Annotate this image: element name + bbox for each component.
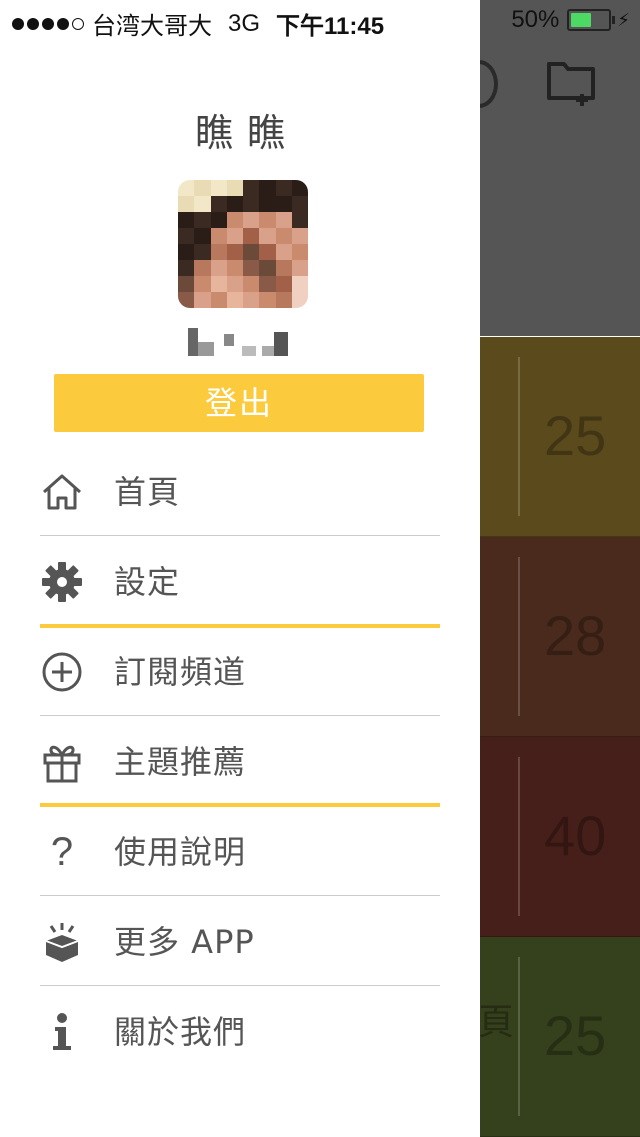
charging-bolt-icon: ⚡ (617, 9, 630, 30)
menu-item-help[interactable]: ? 使用說明 (0, 806, 480, 894)
logout-button[interactable]: 登出 (54, 374, 424, 432)
channel-tile[interactable]: 頁 25 (478, 937, 640, 1137)
menu-label: 訂閱頻道 (114, 653, 247, 691)
add-folder-icon[interactable] (546, 58, 598, 106)
menu-item-home[interactable]: 首頁 (0, 446, 480, 534)
menu-label: 關於我們 (114, 1013, 247, 1051)
tile-count: 25 (544, 404, 607, 467)
info-icon (40, 1010, 84, 1054)
network-type: 3G (228, 9, 261, 37)
channel-tile[interactable]: 40 (480, 737, 640, 937)
tile-partial-label: 頁 (478, 1002, 515, 1043)
tile-count: 28 (544, 604, 607, 667)
main-content-behind-drawer[interactable]: 25 28 40 頁 25 (460, 0, 640, 1137)
tile-count: 40 (544, 804, 607, 867)
battery-percent: 50% (511, 6, 560, 33)
gear-icon (40, 560, 84, 604)
avatar[interactable] (178, 180, 308, 308)
header-area (460, 0, 640, 336)
menu-label: 更多 APP (114, 923, 255, 961)
status-time: 下午11:45 (276, 13, 385, 40)
channel-tile[interactable]: 25 (480, 337, 640, 537)
tile-count: 25 (544, 1004, 607, 1067)
question-icon: ? (50, 829, 74, 874)
menu-label: 設定 (114, 563, 181, 601)
menu-label: 主題推薦 (114, 743, 247, 781)
box-icon (40, 920, 84, 964)
menu-item-settings[interactable]: 設定 (0, 536, 480, 624)
menu-item-about-us[interactable]: 關於我們 (0, 986, 480, 1074)
user-name: 瞧瞧 (194, 111, 299, 155)
home-icon (40, 470, 84, 514)
drawer-menu: 首頁 設定 訂閱頻道 主題推薦 ? 使用說明 更多 APP 關於我們 (0, 446, 480, 1074)
menu-label: 使用說明 (114, 833, 247, 871)
battery-icon (567, 9, 616, 31)
user-id-redacted (188, 326, 292, 360)
carrier-name: 台湾大哥大 (92, 13, 212, 40)
status-bar: 台湾大哥大 3G 下午11:45 50% ⚡ (0, 0, 640, 40)
gift-icon (40, 740, 84, 784)
side-drawer: 瞧瞧 登出 首頁 設定 訂閱頻道 主題推薦 ? 使用說明 更多 APP 關於我們 (0, 0, 480, 1136)
plus-circle-icon (40, 650, 84, 694)
menu-item-topic-recommendations[interactable]: 主題推薦 (0, 716, 480, 804)
channel-tile[interactable]: 28 (480, 537, 640, 737)
menu-label: 首頁 (114, 473, 181, 511)
menu-item-more-apps[interactable]: 更多 APP (0, 896, 480, 984)
signal-strength-icon (12, 17, 84, 30)
menu-item-subscribe-channels[interactable]: 訂閱頻道 (0, 626, 480, 714)
